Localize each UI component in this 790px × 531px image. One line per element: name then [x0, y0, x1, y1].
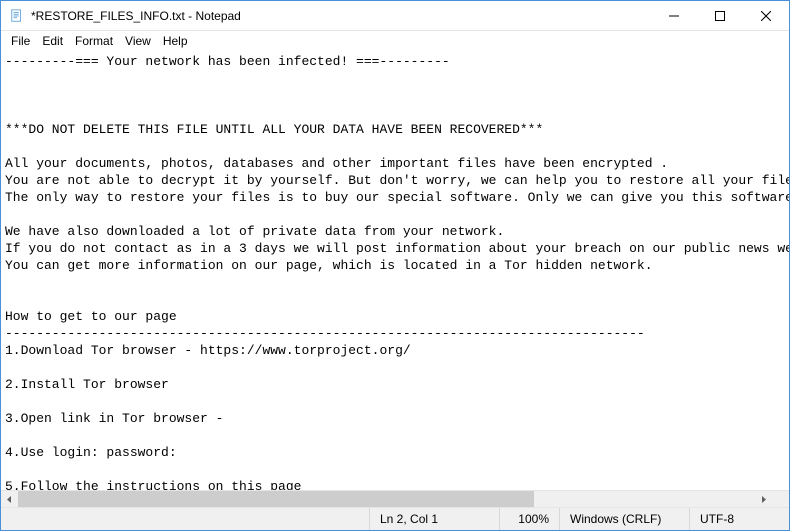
- window-controls: [651, 1, 789, 31]
- menu-help[interactable]: Help: [157, 32, 194, 50]
- close-button[interactable]: [743, 1, 789, 31]
- statusbar: Ln 2, Col 1 100% Windows (CRLF) UTF-8: [1, 507, 789, 530]
- notepad-window: *RESTORE_FILES_INFO.txt - Notepad File E…: [0, 0, 790, 531]
- menu-edit[interactable]: Edit: [36, 32, 69, 50]
- minimize-button[interactable]: [651, 1, 697, 31]
- maximize-button[interactable]: [697, 1, 743, 31]
- scroll-track[interactable]: [18, 491, 755, 508]
- scroll-right-button[interactable]: [755, 491, 772, 508]
- scroll-corner: [772, 491, 789, 508]
- notepad-icon: [9, 8, 25, 24]
- status-encoding: UTF-8: [689, 508, 789, 530]
- titlebar[interactable]: *RESTORE_FILES_INFO.txt - Notepad: [1, 1, 789, 31]
- editor-area[interactable]: ---------=== Your network has been infec…: [1, 51, 789, 490]
- status-spacer: [1, 508, 369, 530]
- menu-format[interactable]: Format: [69, 32, 119, 50]
- document-text[interactable]: ---------=== Your network has been infec…: [1, 51, 789, 490]
- menu-view[interactable]: View: [119, 32, 157, 50]
- content-wrap: ---------=== Your network has been infec…: [1, 51, 789, 507]
- menu-file[interactable]: File: [5, 32, 36, 50]
- status-position: Ln 2, Col 1: [369, 508, 499, 530]
- status-zoom: 100%: [499, 508, 559, 530]
- menubar: File Edit Format View Help: [1, 31, 789, 51]
- scroll-thumb[interactable]: [18, 491, 534, 508]
- window-title: *RESTORE_FILES_INFO.txt - Notepad: [31, 9, 651, 23]
- status-eol: Windows (CRLF): [559, 508, 689, 530]
- horizontal-scrollbar[interactable]: [1, 490, 789, 507]
- scroll-left-button[interactable]: [1, 491, 18, 508]
